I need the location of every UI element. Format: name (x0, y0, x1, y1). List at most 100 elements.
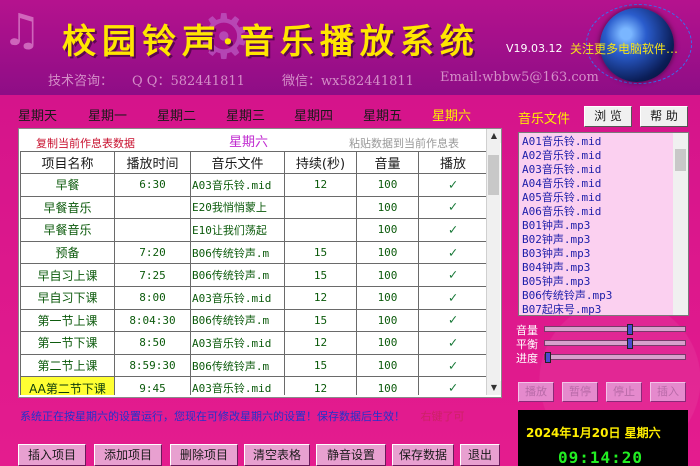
help-button[interactable]: 帮 助 (640, 106, 688, 127)
list-item[interactable]: A06音乐铃.mid (522, 205, 688, 219)
file-list-scrollbar[interactable] (673, 133, 688, 315)
cell-duration[interactable]: 12 (284, 285, 357, 310)
progress-slider[interactable]: 进度 (516, 350, 688, 365)
cell-volume[interactable]: 100 (356, 263, 419, 287)
cell-name[interactable]: 早餐 (20, 173, 115, 197)
cell-volume[interactable]: 100 (356, 240, 419, 265)
cell-time[interactable] (114, 195, 191, 220)
cell-time[interactable]: 8:59:30 (114, 353, 191, 378)
file-scroll-thumb[interactable] (675, 149, 686, 171)
cell-time[interactable]: 8:04:30 (114, 308, 191, 333)
cell-volume[interactable]: 100 (356, 173, 419, 197)
cell-volume[interactable]: 100 (356, 308, 419, 333)
table-row[interactable]: 早餐 6:30 A03音乐铃.mid 12 100 ✓ (20, 173, 487, 197)
cell-file[interactable]: A03音乐铃.mid (190, 173, 285, 197)
scroll-down-icon[interactable]: ▼ (487, 381, 501, 395)
cell-name[interactable]: 早餐音乐 (20, 218, 115, 242)
cell-volume[interactable]: 100 (356, 195, 419, 220)
cell-play-check[interactable]: ✓ (418, 218, 487, 242)
list-item[interactable]: A05音乐铃.mid (522, 191, 688, 205)
cell-duration[interactable] (284, 218, 357, 242)
balance-track[interactable] (544, 338, 686, 349)
volume-knob[interactable] (626, 324, 633, 335)
cell-name[interactable]: 第二节上课 (20, 353, 115, 378)
tab-thursday[interactable]: 星期四 (294, 105, 333, 124)
cell-file[interactable]: A03音乐铃.mid (190, 331, 285, 355)
cell-duration[interactable]: 15 (284, 263, 357, 287)
list-item[interactable]: A03音乐铃.mid (522, 163, 688, 177)
col-header-volume[interactable]: 音量 (356, 151, 419, 174)
slogan-link[interactable]: 关注更多电脑软件… (570, 40, 678, 57)
table-row[interactable]: 预备 7:20 B06传统铃声.m 15 100 ✓ (20, 240, 487, 265)
list-item[interactable]: B07起床号.mp3 (522, 303, 688, 315)
scroll-up-icon[interactable]: ▲ (487, 129, 501, 143)
cell-play-check[interactable]: ✓ (418, 195, 487, 220)
cell-file[interactable]: E10让我们荡起 (190, 218, 285, 242)
scroll-thumb[interactable] (488, 155, 499, 195)
list-item[interactable]: A01音乐铃.mid (522, 135, 688, 149)
list-item[interactable]: B02钟声.mp3 (522, 233, 688, 247)
cell-play-check[interactable]: ✓ (418, 263, 487, 287)
cell-duration[interactable]: 15 (284, 240, 357, 265)
cell-file[interactable]: E20我悄悄蒙上 (190, 195, 285, 220)
cell-time[interactable]: 6:30 (114, 173, 191, 197)
cell-file[interactable]: B06传统铃声.m (190, 263, 285, 287)
cell-duration[interactable]: 12 (284, 331, 357, 355)
table-row[interactable]: AA第二节下课 9:45 A03音乐铃.mid 12 100 ✓ (20, 376, 487, 395)
tab-friday[interactable]: 星期五 (363, 105, 402, 124)
cell-volume[interactable]: 100 (356, 285, 419, 310)
cell-name[interactable]: 预备 (20, 240, 115, 265)
cell-play-check[interactable]: ✓ (418, 285, 487, 310)
cell-name[interactable]: 早自习上课 (20, 263, 115, 287)
list-item[interactable]: A04音乐铃.mid (522, 177, 688, 191)
cell-name[interactable]: 早餐音乐 (20, 195, 115, 220)
cell-name[interactable]: 第一节上课 (20, 308, 115, 333)
col-header-time[interactable]: 播放时间 (114, 151, 191, 174)
list-item[interactable]: B01钟声.mp3 (522, 219, 688, 233)
cell-file[interactable]: A03音乐铃.mid (190, 376, 285, 395)
cell-time[interactable]: 8:50 (114, 331, 191, 355)
cell-duration[interactable]: 15 (284, 353, 357, 378)
copy-schedule-link[interactable]: 复制当前作息表数据 (36, 135, 135, 151)
clear-table-button[interactable]: 清空表格 (244, 444, 310, 466)
exit-button[interactable]: 退出 (460, 444, 500, 466)
add-item-button[interactable]: 添加项目 (94, 444, 162, 466)
cell-play-check[interactable]: ✓ (418, 353, 487, 378)
save-data-button[interactable]: 保存数据 (392, 444, 454, 466)
tab-monday[interactable]: 星期一 (88, 105, 127, 124)
cell-volume[interactable]: 100 (356, 376, 419, 395)
cell-volume[interactable]: 100 (356, 331, 419, 355)
volume-slider[interactable]: 音量 (516, 322, 688, 337)
volume-track[interactable] (544, 324, 686, 335)
col-header-play[interactable]: 播放 (418, 151, 487, 174)
cell-volume[interactable]: 100 (356, 353, 419, 378)
list-item[interactable]: A02音乐铃.mid (522, 149, 688, 163)
cell-play-check[interactable]: ✓ (418, 173, 487, 197)
tab-wednesday[interactable]: 星期三 (226, 105, 265, 124)
balance-knob[interactable] (626, 338, 633, 349)
cell-play-check[interactable]: ✓ (418, 240, 487, 265)
cell-play-check[interactable]: ✓ (418, 308, 487, 333)
play-button[interactable]: 播放 (518, 382, 554, 402)
table-row[interactable]: 早餐音乐 E10让我们荡起 100 ✓ (20, 218, 487, 242)
cell-file[interactable]: B06传统铃声.m (190, 353, 285, 378)
cell-name[interactable]: 第一节下课 (20, 331, 115, 355)
list-item[interactable]: B06传统铃声.mp3 (522, 289, 688, 303)
list-item[interactable]: B03钟声.mp3 (522, 247, 688, 261)
browse-button[interactable]: 浏 览 (584, 106, 632, 127)
music-file-list[interactable]: A01音乐铃.mid A02音乐铃.mid A03音乐铃.mid A04音乐铃.mid… (518, 132, 689, 316)
cell-duration[interactable]: 15 (284, 308, 357, 333)
delete-item-button[interactable]: 删除项目 (170, 444, 238, 466)
list-item[interactable]: B05钟声.mp3 (522, 275, 688, 289)
pause-button[interactable]: 暂停 (562, 382, 598, 402)
cell-file[interactable]: B06传统铃声.m (190, 308, 285, 333)
cell-duration[interactable] (284, 195, 357, 220)
cell-volume[interactable]: 100 (356, 218, 419, 242)
cell-time[interactable]: 7:20 (114, 240, 191, 265)
cell-file[interactable]: B06传统铃声.m (190, 240, 285, 265)
cell-time[interactable]: 7:25 (114, 263, 191, 287)
cell-time[interactable] (114, 218, 191, 242)
cell-time[interactable]: 9:45 (114, 376, 191, 395)
balance-slider[interactable]: 平衡 (516, 336, 688, 351)
cell-file[interactable]: A03音乐铃.mid (190, 285, 285, 310)
